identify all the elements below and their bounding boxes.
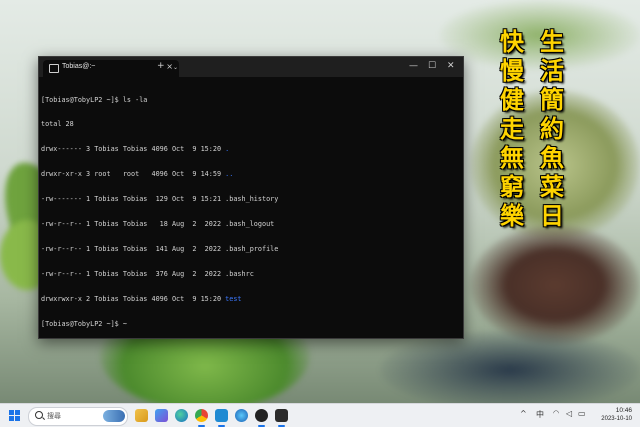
directory-name: ..	[225, 170, 234, 179]
terminal-line-text: -rw-r--r-- 1 Tobias Tobias 141 Aug 2 202…	[41, 244, 279, 253]
terminal-line: -rw-r--r-- 1 Tobias Tobias 18 Aug 2 2022…	[41, 220, 459, 228]
new-tab-button[interactable]: +	[157, 61, 165, 71]
terminal-line-text: -rw-r--r-- 1 Tobias Tobias 18 Aug 2 2022…	[41, 220, 275, 229]
terminal-line-text: -rw------- 1 Tobias Tobias 129 Oct 9 15:…	[41, 195, 279, 204]
terminal-line: -rw-r--r-- 1 Tobias Tobias 141 Aug 2 202…	[41, 245, 459, 253]
terminal-line: -rw-r--r-- 1 Tobias Tobias 376 Aug 2 202…	[41, 270, 459, 278]
tab-close-button[interactable]: ×	[166, 62, 173, 71]
close-window-button[interactable]: ✕	[447, 61, 455, 71]
terminal-line: [Tobias@TobyLP2 ~]$ ls -la	[41, 96, 459, 104]
system-clock[interactable]: 10:46 2023-10-10	[592, 407, 632, 423]
terminal-line-text: -rw-r--r-- 1 Tobias Tobias 376 Aug 2 202…	[41, 269, 254, 278]
terminal-icon[interactable]	[275, 409, 288, 427]
terminal-prompt-line[interactable]: [Tobias@TobyLP2 ~]$ ~	[41, 320, 459, 328]
file-explorer-icon[interactable]	[135, 409, 148, 422]
poem-char: 約	[540, 114, 564, 143]
poem-char: 菜	[540, 172, 564, 201]
poem-char: 生	[540, 27, 564, 56]
vscode-icon[interactable]	[215, 409, 228, 427]
terminal-line-text: drwxrwxr-x 2 Tobias Tobias 4096 Oct 9 15…	[41, 294, 226, 303]
photos-icon[interactable]	[155, 409, 168, 422]
poem-char: 簡	[540, 85, 564, 114]
poem-char: 窮	[500, 172, 524, 201]
poem-column-right: 生 活 簡 約 魚 菜 日	[538, 27, 566, 230]
terminal-tab-icon	[49, 64, 59, 73]
poem-char: 日	[540, 201, 564, 230]
poem-char: 健	[500, 85, 524, 114]
terminal-line-text: [Tobias@TobyLP2 ~]$ ls -la	[41, 95, 148, 104]
input-language-indicator[interactable]: 中	[536, 409, 544, 420]
chrome-icon[interactable]	[195, 409, 208, 427]
taskbar-search-box[interactable]: 搜尋	[28, 407, 128, 426]
poem-column-left: 快 慢 健 走 無 窮 樂	[498, 27, 526, 230]
terminal-titlebar[interactable]: Tobias@:~ × + ⌄ — ☐ ✕	[39, 57, 463, 77]
windows-logo-icon	[15, 410, 20, 415]
windows-logo-icon	[15, 416, 20, 421]
windows-logo-icon	[9, 410, 14, 415]
search-highlight-icon	[103, 410, 125, 422]
terminal-line: -rw------- 1 Tobias Tobias 129 Oct 9 15:…	[41, 195, 459, 203]
edge-icon[interactable]	[175, 409, 188, 422]
tab-title: Tobias@:~	[62, 63, 96, 70]
terminal-window[interactable]: Tobias@:~ × + ⌄ — ☐ ✕ [Tobias@TobyLP2 ~]…	[38, 56, 464, 339]
maximize-button[interactable]: ☐	[428, 61, 436, 71]
taskbar: 搜尋 ^ 中 ◠ ◁ ▭ 10:46 2023-10-10	[0, 403, 640, 427]
terminal-line: drwx------ 3 Tobias Tobias 4096 Oct 9 15…	[41, 145, 459, 153]
terminal-output[interactable]: [Tobias@TobyLP2 ~]$ ls -la total 28 drwx…	[41, 79, 459, 345]
directory-name: test	[225, 294, 242, 303]
poem-char: 慢	[500, 56, 524, 85]
search-icon	[35, 411, 43, 419]
poem-char: 魚	[540, 143, 564, 172]
terminal-line: drwxrwxr-x 2 Tobias Tobias 4096 Oct 9 15…	[41, 295, 459, 303]
minimize-button[interactable]: —	[409, 61, 418, 71]
poem-char: 無	[500, 143, 524, 172]
wallpaper-tray	[470, 225, 640, 345]
volume-icon[interactable]: ◁	[566, 409, 572, 418]
poem-char: 快	[500, 27, 524, 56]
tab-dropdown-button[interactable]: ⌄	[173, 63, 178, 73]
browser-icon[interactable]	[235, 409, 248, 422]
wifi-icon[interactable]: ◠	[553, 409, 559, 417]
clock-time: 10:46	[615, 407, 632, 414]
search-placeholder: 搜尋	[47, 412, 61, 420]
start-button[interactable]	[9, 410, 20, 421]
terminal-line: drwxr-xr-x 3 root root 4096 Oct 9 14:59 …	[41, 170, 459, 178]
media-player-icon[interactable]	[255, 409, 268, 427]
poem-char: 走	[500, 114, 524, 143]
terminal-line-text: total 28	[41, 120, 74, 129]
windows-logo-icon	[9, 416, 14, 421]
poem-char: 活	[540, 56, 564, 85]
terminal-line: total 28	[41, 120, 459, 128]
poem-char: 樂	[500, 201, 524, 230]
terminal-line-text: drwx------ 3 Tobias Tobias 4096 Oct 9 15…	[41, 145, 226, 154]
directory-name: .	[225, 145, 230, 154]
terminal-line-text: drwxr-xr-x 3 root root 4096 Oct 9 14:59	[41, 170, 226, 179]
tray-overflow-chevron[interactable]: ^	[520, 409, 527, 418]
clock-date: 2023-10-10	[601, 416, 632, 422]
terminal-prompt: [Tobias@TobyLP2 ~]$ ~	[41, 319, 127, 328]
battery-icon[interactable]: ▭	[578, 409, 586, 418]
